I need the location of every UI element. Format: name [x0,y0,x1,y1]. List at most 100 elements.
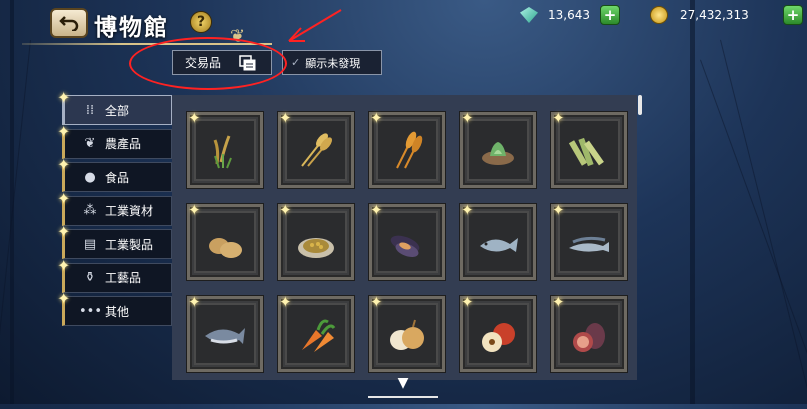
item-frame [285,303,347,365]
item-frame [194,211,256,273]
sparkle-icon: ✦ [57,255,71,275]
category-item-crafts[interactable]: ✦ ⚱ 工藝品 [57,256,172,293]
ellipsis-icon: ••• [79,303,103,319]
item-frame [194,303,256,365]
background-rope [700,59,807,399]
item-frame [285,119,347,181]
sparkle-icon: ✦ [57,121,71,141]
scroll-down-icon[interactable]: ▼ [394,375,412,391]
barrel-icon: ▤ [83,236,97,252]
category-item-manufactured[interactable]: ✦ ▤ 工業製品 [57,222,172,259]
sparkle-icon: ✦ [461,109,474,127]
sparkle-icon: ✦ [552,201,565,219]
category-label: 工藝品 [105,271,142,285]
sparkle-icon: ✦ [370,109,383,127]
sparkle-icon: ✦ [57,88,71,107]
background-mast [690,0,695,404]
sparkle-icon: ✦ [279,201,292,219]
item-cell-fig[interactable]: ✦ [551,293,627,372]
back-arrow-icon [59,16,79,31]
item-frame [194,119,256,181]
gem-icon [520,7,538,23]
category-item-all[interactable]: ✦ ⁞⁞ 全部 [57,88,172,125]
item-cell-apple[interactable]: ✦ [460,293,536,372]
category-item-food[interactable]: ✦ ● 食品 [57,155,172,192]
sparkle-icon: ✦ [370,293,383,311]
category-label: 全部 [105,103,130,118]
item-cell-herbs[interactable]: ✦ [460,109,536,188]
onion-icon [390,319,424,350]
background-rope [0,40,31,399]
item-frame [467,303,529,365]
help-button[interactable]: ? [190,11,212,33]
item-cell-beans[interactable]: ✦ [278,201,354,280]
item-cell-sardines[interactable]: ✦ [551,201,627,280]
item-cell-potato[interactable]: ✦ [187,201,263,280]
leaf-icon: ❦ [84,136,96,151]
category-item-materials[interactable]: ✦ ⁂ 工業資材 [57,189,172,226]
category-label: 農產品 [105,137,142,151]
coin-counter: 27,432,313 [650,6,774,24]
sparkle-icon: ✦ [370,201,383,219]
coin-icon [650,6,668,24]
category-item-other[interactable]: ✦ ••• 其他 [57,289,172,326]
carrot-icon [302,319,336,352]
herbs-icon [482,142,514,165]
item-cell-tuna[interactable]: ✦ [187,293,263,372]
item-cell-barley[interactable]: ✦ [369,109,445,188]
category-label: 工業資材 [105,204,154,218]
item-cell-carrot[interactable]: ✦ [278,293,354,372]
sparkle-icon: ✦ [57,155,71,174]
item-frame [285,211,347,273]
category-label: 工業製品 [105,237,154,252]
scrollbar[interactable] [638,95,642,115]
sparkle-icon: ✦ [279,109,292,127]
item-frame [376,119,438,181]
sparkle-icon: ✦ [188,293,201,311]
item-frame [467,211,529,273]
bottom-indicator [368,396,438,398]
apple-icon [482,323,515,352]
mussel-icon [390,235,420,257]
fish-icon [480,238,518,252]
fig-icon [573,323,605,352]
sparkle-icon: ✦ [188,109,201,127]
item-frame [558,119,620,181]
item-cell-sugarcane[interactable]: ✦ [551,109,627,188]
item-cell-onion[interactable]: ✦ [369,293,445,372]
add-gems-button[interactable]: + [600,5,620,25]
rice-icon [213,135,232,169]
sparkle-icon: ✦ [461,201,474,219]
sparkle-icon: ✦ [188,201,201,219]
checkmark-icon: ✓ [291,56,301,69]
category-sidebar: ✦ ⁞⁞ 全部 ✦ ❦ 農產品 ✦ ● 食品 ✦ ⁂ 工業資材 ✦ ▤ 工業製品… [57,88,172,330]
item-frame [558,303,620,365]
sparkle-icon: ✦ [57,188,71,208]
wheat-icon [301,133,332,167]
coin-value: 27,432,313 [680,8,749,22]
sparkle-icon: ✦ [57,222,71,241]
item-cell-wheat[interactable]: ✦ [278,109,354,188]
item-frame [558,211,620,273]
item-frame [467,119,529,181]
category-label: 食品 [105,170,130,185]
background-rope [720,39,807,409]
category-item-agriculture[interactable]: ✦ ❦ 農產品 [57,122,172,159]
potato-icon [209,238,242,258]
add-coins-button[interactable]: + [783,5,803,25]
sparkle-icon: ✦ [552,109,565,127]
sparkle-icon: ✦ [57,289,71,308]
item-cell-rice[interactable]: ✦ [187,109,263,188]
annotation-arrow-icon [288,9,342,42]
sardine-icon [569,236,609,252]
item-frame [376,211,438,273]
item-cell-fish[interactable]: ✦ [460,201,536,280]
tuna-icon [205,328,245,344]
item-cell-mussels[interactable]: ✦ [369,201,445,280]
back-button[interactable] [50,8,88,38]
barley-icon [396,131,423,169]
vase-icon: ⚱ [84,270,96,285]
grid-dots-icon: ⁞⁞ [85,102,95,118]
annotation-circle [129,37,287,90]
show-undiscovered-toggle[interactable]: ✓ 顯示未發現 [282,50,382,75]
